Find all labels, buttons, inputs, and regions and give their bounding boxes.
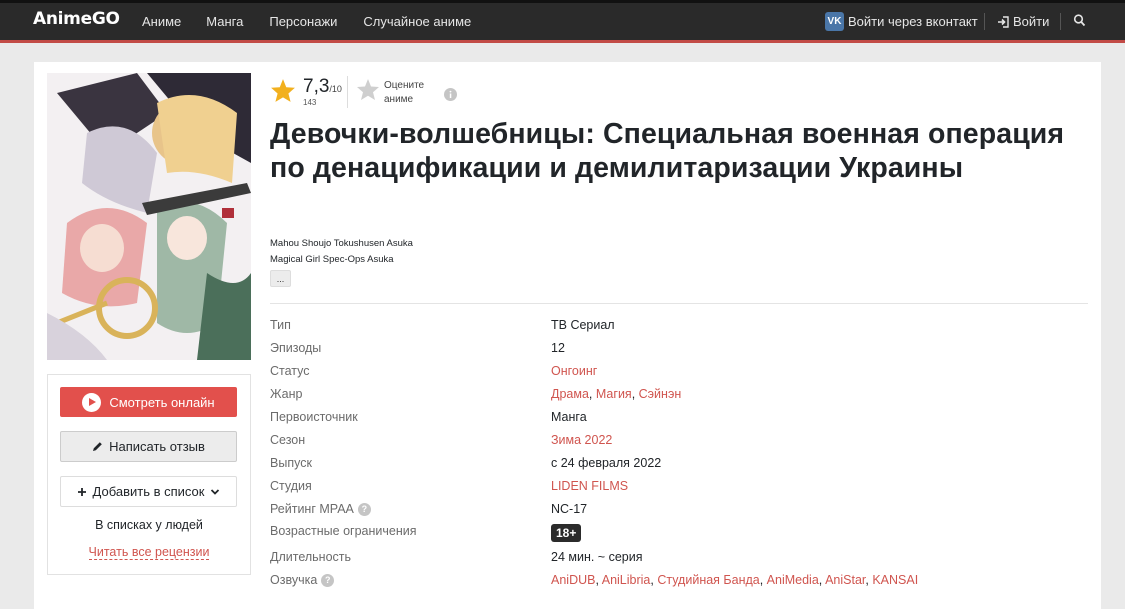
info-key: Озвучка	[270, 573, 318, 587]
rating-divider	[347, 76, 348, 108]
vk-icon: VK	[825, 12, 844, 31]
vk-login-button[interactable]: VK Войти через вконтакт	[825, 12, 978, 31]
play-icon	[82, 392, 102, 412]
info-key: Статус	[270, 364, 310, 378]
info-key: Выпуск	[270, 456, 312, 470]
status-link[interactable]: Онгоинг	[551, 364, 597, 378]
nav-anime[interactable]: Аниме	[142, 14, 181, 29]
add-to-list-label: Добавить в список	[92, 484, 205, 499]
watch-online-button[interactable]: Смотреть онлайн	[60, 387, 237, 417]
dubbing-link[interactable]: AniDUB	[551, 573, 595, 587]
studio-link[interactable]: LIDEN FILMS	[551, 479, 628, 493]
info-key: Рейтинг MPAA	[270, 502, 354, 516]
add-to-list-button[interactable]: Добавить в список	[60, 476, 237, 507]
info-value: Манга	[551, 410, 587, 424]
genre-link[interactable]: Сэйнэн	[639, 387, 682, 401]
info-row-genre: Жанр Драма, Магия, Сэйнэн	[270, 387, 970, 407]
info-row-source: Первоисточник Манга	[270, 410, 970, 430]
info-key: Сезон	[270, 433, 306, 447]
info-key-wrap: Озвучка?	[270, 573, 335, 587]
info-value: 12	[551, 341, 565, 355]
age-rating-badge: 18+	[551, 524, 582, 542]
search-icon[interactable]	[1073, 13, 1087, 29]
chevron-down-icon	[211, 488, 220, 495]
info-key: Жанр	[270, 387, 303, 401]
info-value: 24 мин. ~ серия	[551, 550, 643, 564]
watch-online-label: Смотреть онлайн	[109, 394, 215, 410]
dubbing-link[interactable]: KANSAI	[872, 573, 918, 587]
help-icon[interactable]: ?	[357, 502, 371, 516]
rating-max: /10	[329, 84, 342, 94]
dubbing-link[interactable]: AniStar	[825, 573, 865, 587]
info-row-type: Тип ТВ Сериал	[270, 318, 970, 338]
read-all-reviews-link[interactable]: Читать все рецензии	[47, 545, 251, 560]
in-user-lists-label: В списках у людей	[95, 518, 203, 532]
dubbing-link[interactable]: AniMedia	[767, 573, 819, 587]
site-logo[interactable]: AnimeGO	[33, 9, 120, 29]
star-icon	[271, 79, 295, 102]
info-row-duration: Длительность 24 мин. ~ серия	[270, 550, 970, 570]
vk-login-label: Войти через вконтакт	[848, 14, 978, 29]
rate-anime-label[interactable]: Оцените аниме	[384, 79, 428, 107]
genre-link[interactable]: Магия	[596, 387, 632, 401]
dubbing-links: AniDUB, AniLibria, Студийная Банда, AniM…	[551, 573, 919, 587]
rating-value: 7,3/10	[303, 76, 342, 98]
read-all-reviews-label: Читать все рецензии	[88, 545, 210, 560]
info-row-dubbing: Озвучка? AniDUB, AniLibria, Студийная Ба…	[270, 573, 970, 593]
info-row-release: Выпуск с 24 февраля 2022	[270, 456, 970, 476]
info-value-wrap: 18+	[551, 524, 582, 542]
info-row-season: Сезон Зима 2022	[270, 433, 970, 453]
dubbing-link[interactable]: Студийная Банда	[657, 573, 759, 587]
alt-title-english: Magical Girl Spec-Ops Asuka	[270, 254, 394, 265]
info-key: Первоисточник	[270, 410, 358, 424]
write-review-label: Написать отзыв	[109, 439, 205, 454]
sign-in-icon	[998, 15, 1009, 28]
info-key: Эпизоды	[270, 341, 322, 355]
dubbing-link[interactable]: AniLibria	[602, 573, 651, 587]
plus-icon	[77, 487, 86, 496]
nav-characters[interactable]: Персонажи	[269, 14, 337, 29]
login-button[interactable]: Войти	[997, 14, 1049, 29]
season-link[interactable]: Зима 2022	[551, 433, 612, 447]
rating-count: 143	[303, 98, 317, 107]
top-navbar: AnimeGO Аниме Манга Персонажи Случайное …	[0, 0, 1125, 43]
navbar-divider	[984, 13, 985, 30]
genre-link[interactable]: Драма	[551, 387, 589, 401]
info-row-age: Возрастные ограничения 18+	[270, 524, 970, 548]
nav-random-anime[interactable]: Случайное аниме	[363, 14, 471, 29]
divider	[270, 303, 1088, 304]
info-value: ТВ Сериал	[551, 318, 615, 332]
anime-poster[interactable]	[47, 73, 251, 360]
info-value: с 24 февраля 2022	[551, 456, 662, 470]
info-row-studio: Студия LIDEN FILMS	[270, 479, 970, 499]
info-key: Длительность	[270, 550, 352, 564]
write-review-button[interactable]: Написать отзыв	[60, 431, 237, 462]
info-key: Возрастные ограничения	[270, 524, 417, 538]
info-key: Студия	[270, 479, 312, 493]
rating-score: 7,3	[303, 76, 330, 97]
info-row-status: Статус Онгоинг	[270, 364, 970, 384]
info-value: NC-17	[551, 502, 588, 516]
genre-links: Драма, Магия, Сэйнэн	[551, 387, 682, 401]
login-label: Войти	[1013, 14, 1050, 29]
navbar-divider	[1060, 13, 1061, 30]
info-icon[interactable]	[444, 88, 457, 101]
nav-manga[interactable]: Манга	[206, 14, 243, 29]
info-key-wrap: Рейтинг MPAA?	[270, 502, 371, 516]
more-titles-button[interactable]: ...	[270, 270, 291, 287]
info-row-episodes: Эпизоды 12	[270, 341, 970, 361]
alt-title-romaji: Mahou Shoujo Tokushusen Asuka	[270, 238, 413, 249]
pencil-icon	[93, 442, 102, 451]
main-nav: Аниме Манга Персонажи Случайное аниме	[142, 14, 496, 29]
poster-artwork	[47, 73, 251, 360]
info-row-mpaa: Рейтинг MPAA? NC-17	[270, 502, 970, 522]
help-icon[interactable]: ?	[321, 573, 335, 587]
anime-title: Девочки-волшебницы: Специальная военная …	[270, 118, 1065, 184]
info-key: Тип	[270, 318, 291, 332]
rate-star-icon[interactable]	[356, 78, 380, 101]
